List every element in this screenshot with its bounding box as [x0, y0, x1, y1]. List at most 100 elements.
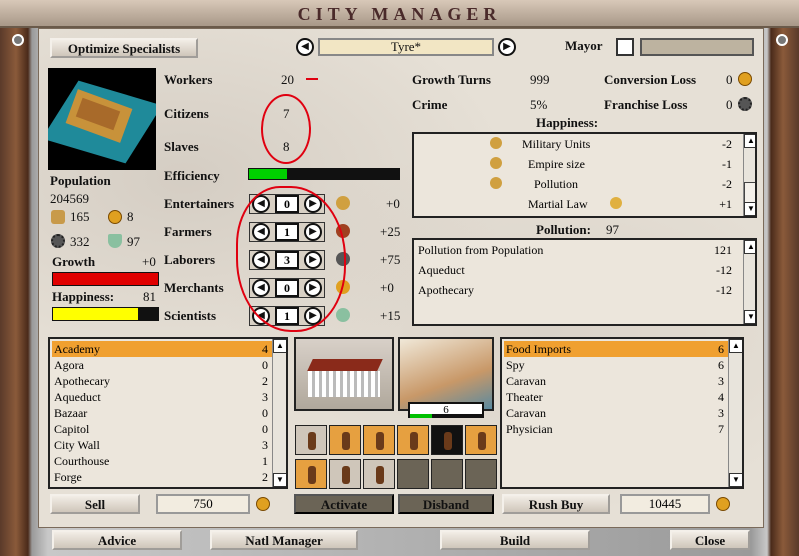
pollution-row-label: Apothecary: [418, 283, 474, 297]
conversion-loss-value: 0: [726, 72, 733, 87]
queue-item-value: 4: [718, 390, 724, 404]
next-city-arrow-icon[interactable]: ▶: [498, 38, 516, 56]
build-list-scrollbar[interactable]: ▲ ▼: [272, 339, 286, 487]
advice-button[interactable]: Advice: [52, 530, 182, 550]
happiness-row-label: Empire size: [528, 157, 585, 171]
unit-slot[interactable]: [465, 425, 497, 455]
specialist-label: Merchants: [164, 280, 224, 295]
pollution-scrollbar[interactable]: ▲ ▼: [743, 240, 755, 324]
activate-button[interactable]: Activate: [294, 494, 394, 514]
unit-slot[interactable]: [363, 459, 395, 489]
list-item[interactable]: Aqueduct 3: [52, 389, 272, 405]
list-item[interactable]: Bazaar 0: [52, 405, 272, 421]
pollution-value: 97: [606, 222, 619, 237]
list-item[interactable]: Apothecary 2: [52, 373, 272, 389]
unit-figure-icon: [308, 432, 316, 450]
happiness-bar-fill: [53, 308, 139, 320]
happiness-row-value: -1: [722, 157, 732, 171]
natl-manager-button[interactable]: Natl Manager: [210, 530, 358, 550]
queue-item[interactable]: Caravan 3: [504, 373, 728, 389]
queue-item-label: Theater: [506, 390, 543, 404]
scroll-down-icon[interactable]: ▼: [744, 310, 755, 324]
list-item[interactable]: Academy 4: [52, 341, 272, 357]
city-thumbnail: [48, 68, 156, 170]
happy-mask-icon: [610, 197, 622, 209]
empty-unit-slot: [397, 459, 429, 489]
specialist-effect: +15: [380, 308, 401, 323]
scroll-up-icon[interactable]: ▲: [744, 240, 755, 254]
unit-slot[interactable]: [329, 425, 361, 455]
list-item[interactable]: Courthouse 1: [52, 453, 272, 469]
scroll-down-icon[interactable]: ▼: [744, 202, 755, 216]
happiness-value: 81: [143, 289, 156, 304]
prev-city-arrow-icon[interactable]: ◀: [296, 38, 314, 56]
queue-item[interactable]: Food Imports 6: [504, 341, 728, 357]
happiness-header: Happiness:: [536, 115, 599, 130]
unit-figure-icon: [478, 432, 486, 450]
annotation-workers-mark: [306, 76, 318, 80]
list-item-label: Bazaar: [54, 406, 88, 420]
unit-slot[interactable]: [329, 459, 361, 489]
close-corner-icon-right[interactable]: [776, 34, 788, 46]
scroll-up-icon[interactable]: ▲: [729, 339, 742, 353]
specialist-effect: +25: [380, 224, 401, 239]
close-corner-icon[interactable]: [12, 34, 24, 46]
empty-unit-slot: [431, 459, 463, 489]
list-item[interactable]: Agora 0: [52, 357, 272, 373]
scroll-up-icon[interactable]: ▲: [744, 134, 755, 148]
close-button[interactable]: Close: [670, 530, 750, 550]
queue-item-label: Physician: [506, 422, 553, 436]
list-item-label: Forge: [54, 470, 82, 484]
list-item-value: 0: [262, 406, 268, 420]
sell-value: 750: [156, 494, 250, 514]
mayor-checkbox[interactable]: [616, 38, 634, 56]
optimize-specialists-button[interactable]: Optimize Specialists: [50, 38, 198, 58]
pollution-row-value: -12: [716, 283, 732, 297]
scroll-down-icon[interactable]: ▼: [729, 473, 742, 487]
scroll-up-icon[interactable]: ▲: [273, 339, 286, 353]
entertainer-mask-icon: [336, 196, 350, 210]
pollution-row: Aqueduct -12: [414, 260, 742, 280]
unit-slot[interactable]: [431, 425, 463, 455]
build-button[interactable]: Build: [440, 530, 590, 550]
disband-button[interactable]: Disband: [398, 494, 494, 514]
happiness-row-label: Pollution: [534, 177, 579, 191]
unit-slot[interactable]: [363, 425, 395, 455]
happiness-row-label: Military Units: [522, 137, 591, 151]
unhappy-mask-icon: [490, 157, 502, 169]
sell-button[interactable]: Sell: [50, 494, 140, 514]
list-item-value: 2: [262, 374, 268, 388]
list-item[interactable]: Forge 2: [52, 469, 272, 485]
queue-list-scrollbar[interactable]: ▲ ▼: [728, 339, 742, 487]
list-item[interactable]: City Wall 3: [52, 437, 272, 453]
queue-item[interactable]: Theater 4: [504, 389, 728, 405]
scroll-down-icon[interactable]: ▼: [273, 473, 286, 487]
rush-gold-icon: [716, 497, 730, 511]
happiness-label: Happiness:: [52, 289, 115, 304]
food-icon: [51, 210, 65, 224]
queue-item[interactable]: Spy 6: [504, 357, 728, 373]
citizens-label: Citizens: [164, 106, 209, 121]
pollution-row: Pollution from Population 121: [414, 240, 742, 260]
conversion-gold-icon: [738, 72, 752, 86]
queue-item[interactable]: Caravan 3: [504, 405, 728, 421]
pollution-row-label: Pollution from Population: [418, 243, 544, 257]
rush-buy-button[interactable]: Rush Buy: [502, 494, 610, 514]
happiness-scrollbar[interactable]: ▲ ▼: [743, 134, 755, 216]
annotation-citizens-slaves-circle: [261, 94, 311, 164]
growth-label: Growth: [52, 254, 96, 269]
unit-slot[interactable]: [397, 425, 429, 455]
list-item-label: Apothecary: [54, 374, 110, 388]
annotation-specialists-circle: [236, 186, 346, 332]
unit-slot[interactable]: [295, 425, 327, 455]
workers-label: Workers: [164, 72, 213, 87]
queue-item-value: 6: [718, 358, 724, 372]
list-item[interactable]: Capitol 0: [52, 421, 272, 437]
gold-value: 8: [127, 209, 134, 224]
list-item-value: 0: [262, 422, 268, 436]
unit-slot[interactable]: [295, 459, 327, 489]
empty-unit-slot: [465, 459, 497, 489]
pollution-row-value: -12: [716, 263, 732, 277]
queue-item[interactable]: Physician 7: [504, 421, 728, 437]
pollution-row-label: Aqueduct: [418, 263, 465, 277]
